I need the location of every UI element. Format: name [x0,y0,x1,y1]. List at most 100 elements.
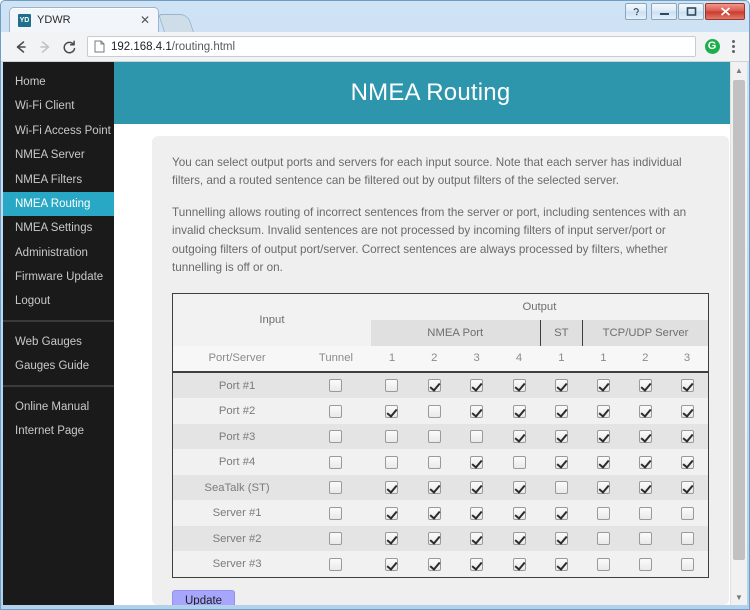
checkbox-port-2-tunnel[interactable] [329,404,343,418]
checkbox-seatalk-st-tcp-3[interactable] [680,481,694,494]
checkbox-port-3-st-1[interactable] [554,430,568,443]
checkbox-server-2-tcp-1[interactable] [596,532,610,545]
checkbox-port-3-tunnel[interactable] [329,430,343,443]
checkbox-seatalk-st-nmea-port-2[interactable] [427,481,441,494]
checkbox-port-2-nmea-port-1[interactable] [385,404,399,418]
checkbox-port-3-nmea-port-1[interactable] [385,430,399,443]
checkbox-seatalk-st-nmea-port-1[interactable] [385,481,399,494]
checkbox-server-1-tcp-1[interactable] [596,506,610,520]
checkbox-port-1-tcp-1[interactable] [596,379,610,392]
sidebar-item-logout[interactable]: Logout [3,289,114,313]
checkbox-port-4-nmea-port-3[interactable] [470,455,484,469]
sidebar-item-nmea-server[interactable]: NMEA Server [3,143,114,167]
update-button[interactable]: Update [172,589,236,605]
sidebar-item-home[interactable]: Home [3,70,114,94]
checkbox-port-2-tcp-2[interactable] [638,404,652,418]
checkbox-server-2-nmea-port-4[interactable] [512,532,526,545]
window-minimize-button[interactable] [651,3,677,20]
checkbox-port-4-nmea-port-2[interactable] [427,455,441,469]
checkbox-server-3-nmea-port-4[interactable] [512,557,526,571]
checkbox-port-4-st-1[interactable] [554,455,568,469]
scroll-up-icon[interactable]: ▲ [731,62,747,78]
checkbox-port-3-tcp-3[interactable] [680,430,694,443]
checkbox-port-3-nmea-port-3[interactable] [470,430,484,443]
checkbox-port-3-nmea-port-2[interactable] [427,430,441,443]
checkbox-server-1-nmea-port-4[interactable] [512,506,526,520]
sidebar-item-nmea-routing[interactable]: NMEA Routing [3,191,114,217]
checkbox-server-1-tcp-3[interactable] [680,506,694,520]
sidebar-item-nmea-settings[interactable]: NMEA Settings [3,216,114,240]
checkbox-port-3-nmea-port-4[interactable] [512,430,526,443]
checkbox-seatalk-st-nmea-port-3[interactable] [470,481,484,494]
forward-button[interactable] [33,35,57,59]
sidebar-item-wi-fi-access-point[interactable]: Wi-Fi Access Point [3,119,114,143]
checkbox-server-1-nmea-port-2[interactable] [427,506,441,520]
sidebar-item-internet-page[interactable]: Internet Page [3,419,114,443]
checkbox-server-3-tcp-1[interactable] [596,557,610,571]
sidebar-item-online-manual[interactable]: Online Manual [3,395,114,419]
back-button[interactable] [9,35,33,59]
checkbox-port-2-nmea-port-2[interactable] [427,404,441,418]
checkbox-port-4-tcp-3[interactable] [680,455,694,469]
checkbox-port-4-nmea-port-1[interactable] [385,455,399,469]
checkbox-seatalk-st-tcp-1[interactable] [596,481,610,494]
checkbox-server-1-nmea-port-1[interactable] [385,506,399,520]
close-tab-icon[interactable]: ✕ [140,14,150,26]
checkbox-server-1-nmea-port-3[interactable] [470,506,484,520]
checkbox-server-3-nmea-port-3[interactable] [470,557,484,571]
checkbox-server-2-tunnel[interactable] [329,532,343,545]
checkbox-port-2-nmea-port-4[interactable] [512,404,526,418]
checkbox-server-2-st-1[interactable] [554,532,568,545]
checkbox-server-2-nmea-port-2[interactable] [427,532,441,545]
checkbox-port-1-nmea-port-1[interactable] [385,379,399,392]
scroll-down-icon[interactable]: ▼ [731,589,747,605]
checkbox-port-1-tcp-2[interactable] [638,379,652,392]
checkbox-port-2-st-1[interactable] [554,404,568,418]
checkbox-seatalk-st-tunnel[interactable] [329,481,343,494]
checkbox-port-1-nmea-port-2[interactable] [427,379,441,392]
browser-tab-ydwr[interactable]: YD YDWR ✕ [9,7,159,32]
checkbox-seatalk-st-nmea-port-4[interactable] [512,481,526,494]
sidebar-item-firmware-update[interactable]: Firmware Update [3,265,114,289]
checkbox-port-1-tunnel[interactable] [329,379,343,392]
window-help-button[interactable] [625,3,647,20]
sidebar-item-wi-fi-client[interactable]: Wi-Fi Client [3,94,114,118]
address-bar[interactable]: 192.168.4.1/routing.html [87,36,696,57]
checkbox-server-3-tunnel[interactable] [329,557,343,571]
sidebar-item-web-gauges[interactable]: Web Gauges [3,330,114,354]
checkbox-seatalk-st-tcp-2[interactable] [638,481,652,494]
window-maximize-button[interactable] [678,3,704,20]
checkbox-server-2-nmea-port-1[interactable] [385,532,399,545]
checkbox-port-1-tcp-3[interactable] [680,379,694,392]
checkbox-server-2-tcp-3[interactable] [680,532,694,545]
checkbox-server-1-tcp-2[interactable] [638,506,652,520]
checkbox-port-4-nmea-port-4[interactable] [512,455,526,469]
checkbox-port-1-st-1[interactable] [554,379,568,392]
checkbox-seatalk-st-st-1[interactable] [554,481,568,494]
reload-button[interactable] [57,35,81,59]
checkbox-port-4-tcp-1[interactable] [596,455,610,469]
checkbox-port-1-nmea-port-3[interactable] [470,379,484,392]
checkbox-server-1-tunnel[interactable] [329,506,343,520]
checkbox-server-2-tcp-2[interactable] [638,532,652,545]
browser-menu-button[interactable] [725,40,741,53]
checkbox-server-1-st-1[interactable] [554,506,568,520]
new-tab-button[interactable] [158,14,194,32]
checkbox-port-4-tcp-2[interactable] [638,455,652,469]
page-scrollbar[interactable]: ▲ ▼ [730,62,747,605]
sidebar-item-administration[interactable]: Administration [3,241,114,265]
checkbox-port-2-tcp-1[interactable] [596,404,610,418]
checkbox-server-3-tcp-2[interactable] [638,557,652,571]
extension-button[interactable]: G [702,37,722,57]
checkbox-server-3-tcp-3[interactable] [680,557,694,571]
checkbox-port-1-nmea-port-4[interactable] [512,379,526,392]
checkbox-server-2-nmea-port-3[interactable] [470,532,484,545]
sidebar-item-gauges-guide[interactable]: Gauges Guide [3,354,114,378]
scrollbar-thumb[interactable] [733,80,745,560]
checkbox-server-3-st-1[interactable] [554,557,568,571]
checkbox-server-3-nmea-port-2[interactable] [427,557,441,571]
checkbox-port-2-tcp-3[interactable] [680,404,694,418]
sidebar-item-nmea-filters[interactable]: NMEA Filters [3,168,114,192]
checkbox-port-3-tcp-1[interactable] [596,430,610,443]
checkbox-port-2-nmea-port-3[interactable] [470,404,484,418]
